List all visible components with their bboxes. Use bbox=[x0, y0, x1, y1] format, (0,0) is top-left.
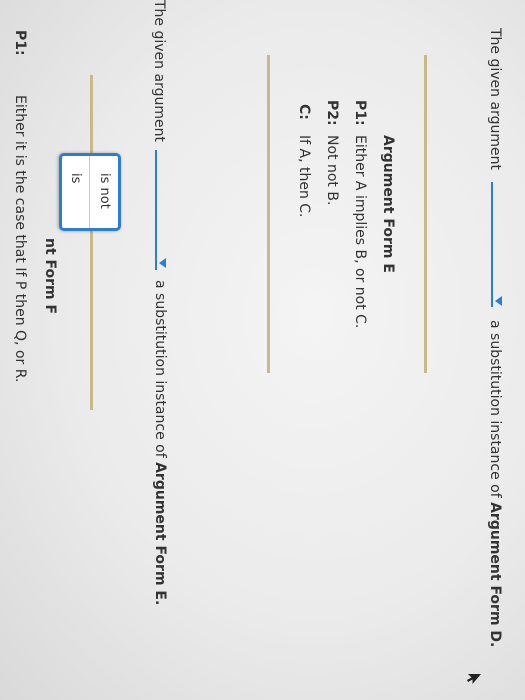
photo-background: The given argument a substitution instan… bbox=[0, 0, 525, 700]
dropdown-separator bbox=[89, 156, 90, 228]
question1-suffix: a substitution instance of Argument Form… bbox=[487, 320, 503, 648]
dropdown-menu[interactable]: is not is bbox=[59, 153, 121, 231]
form-f-top-rule bbox=[90, 75, 93, 410]
form-e-p1-label: P1: bbox=[352, 100, 368, 126]
question2-select[interactable] bbox=[155, 150, 157, 270]
form-e-bottom-rule bbox=[267, 55, 270, 373]
form-f-title: nt Form F bbox=[42, 238, 58, 315]
question2-prefix: The given argument bbox=[151, 0, 167, 142]
question-page: The given argument a substitution instan… bbox=[0, 0, 525, 700]
form-f-p1-label: P1: bbox=[12, 30, 28, 56]
chevron-down-icon[interactable] bbox=[495, 296, 502, 306]
question2-form-ref: Argument Form E. bbox=[152, 462, 168, 606]
chevron-down-icon[interactable] bbox=[159, 258, 166, 268]
form-e-top-rule bbox=[424, 55, 427, 373]
question1-form-ref: Argument Form D. bbox=[487, 502, 503, 648]
form-f-p1-text: Either it is the case that If P then Q, … bbox=[12, 95, 28, 383]
form-e-c-label: C: bbox=[296, 104, 312, 120]
dropdown-option-is[interactable]: is bbox=[61, 156, 89, 228]
form-e-p1-text: Either A implies B, or not C. bbox=[352, 135, 368, 329]
form-e-p2-text: Not not B. bbox=[324, 135, 340, 206]
form-e-c-text: If A, then C. bbox=[296, 135, 312, 218]
dropdown-option-is-not[interactable]: is not bbox=[90, 156, 118, 228]
form-e-title: Argument Form E bbox=[380, 135, 396, 273]
question1-prefix: The given argument bbox=[487, 28, 503, 170]
question1-select[interactable] bbox=[491, 182, 493, 307]
form-e-p2-label: P2: bbox=[324, 100, 340, 126]
cursor-arrow-icon bbox=[467, 674, 481, 684]
question2-suffix: a substitution instance of Argument Form… bbox=[152, 280, 168, 606]
